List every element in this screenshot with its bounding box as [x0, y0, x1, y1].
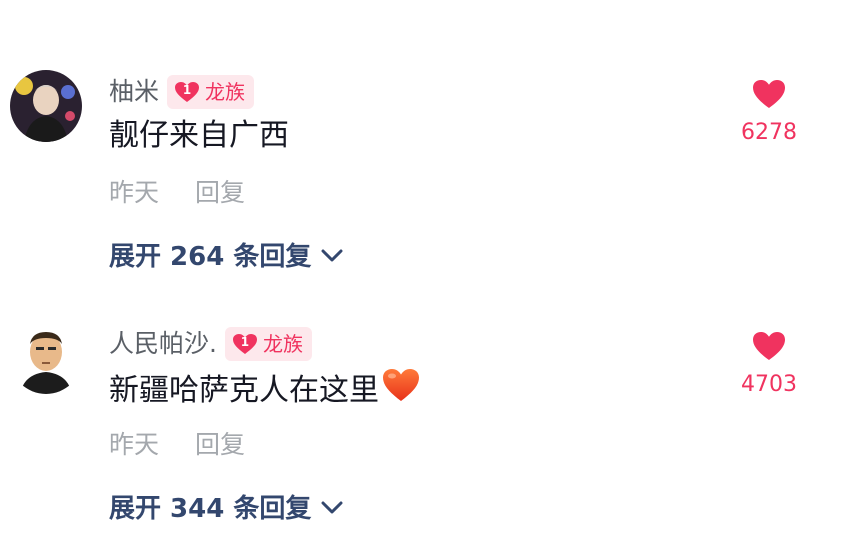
badge-level: 1: [182, 83, 192, 97]
comment-meta: 昨天 回复: [109, 425, 245, 461]
like-count: 6278: [741, 120, 797, 145]
comment-text-content: 新疆哈萨克人在这里: [109, 373, 379, 408]
comment-time: 昨天: [109, 178, 160, 207]
like-button[interactable]: 4703: [725, 330, 813, 397]
heart-emoji-icon: [381, 367, 421, 415]
fan-badge[interactable]: 1 龙族: [224, 327, 312, 361]
heart-badge-icon: 1: [174, 81, 200, 103]
like-button[interactable]: 6278: [725, 78, 813, 145]
comment-header: 人民帕沙. 1 龙族: [109, 327, 312, 361]
avatar[interactable]: [10, 70, 82, 142]
comment-time: 昨天: [109, 430, 160, 459]
expand-replies-button[interactable]: 展开 344 条回复: [109, 488, 343, 525]
username[interactable]: 柚米: [109, 75, 159, 109]
expand-replies-label: 展开 344 条回复: [109, 494, 312, 524]
comment-header: 柚米 1 龙族: [109, 75, 255, 109]
avatar[interactable]: [10, 322, 82, 394]
comment-text-content: 靓仔来自广西: [109, 118, 289, 153]
comment-item: 柚米 1 龙族 靓仔来自广西 昨天 回复 展开 264 条回复 6278: [0, 0, 850, 272]
reply-button[interactable]: 回复: [195, 173, 245, 209]
heart-icon: [753, 332, 785, 360]
comment-text: 新疆哈萨克人在这里: [109, 367, 421, 415]
reply-button[interactable]: 回复: [195, 425, 245, 461]
heart-badge-icon: 1: [232, 333, 258, 355]
comment-item: 人民帕沙. 1 龙族 新疆哈萨克人在这里 昨天 回复 展开 344 条回复 47…: [0, 252, 850, 524]
chevron-down-icon: [321, 492, 343, 522]
badge-label: 龙族: [205, 80, 246, 104]
like-count: 4703: [741, 372, 797, 397]
comment-text: 靓仔来自广西: [109, 115, 289, 157]
badge-label: 龙族: [262, 332, 303, 356]
comment-meta: 昨天 回复: [109, 173, 245, 209]
heart-icon: [753, 80, 785, 108]
fan-badge[interactable]: 1 龙族: [167, 75, 255, 109]
username[interactable]: 人民帕沙.: [109, 327, 217, 361]
badge-level: 1: [240, 335, 250, 349]
